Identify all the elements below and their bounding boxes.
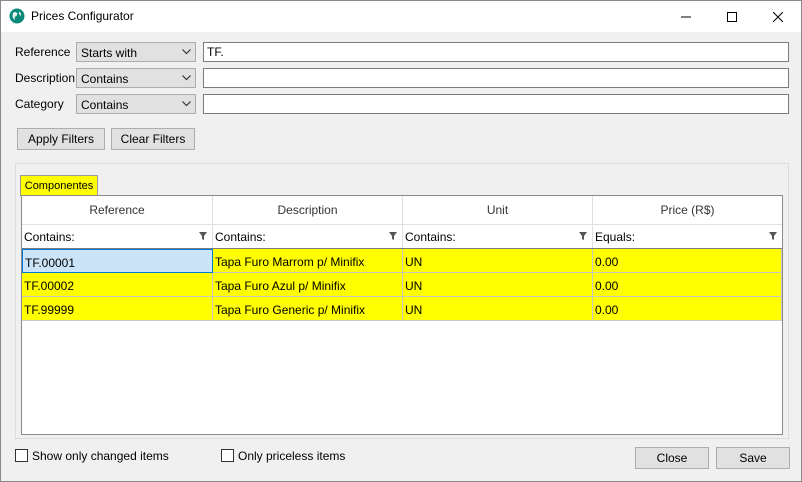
category-mode-select[interactable]: Contains bbox=[76, 94, 196, 114]
unit-cell[interactable]: UN bbox=[403, 249, 593, 273]
show-changed-label[interactable]: Show only changed items bbox=[32, 449, 169, 463]
chevron-down-icon bbox=[182, 75, 191, 81]
filter-icon[interactable] bbox=[769, 232, 777, 240]
reference-column-filter[interactable]: Contains: bbox=[22, 224, 213, 248]
column-header-reference[interactable]: Reference bbox=[22, 196, 213, 224]
apply-filters-button[interactable]: Apply Filters bbox=[17, 128, 105, 150]
reference-filter-field[interactable] bbox=[203, 42, 789, 62]
close-button[interactable]: Close bbox=[635, 447, 709, 469]
filter-operator: Contains: bbox=[405, 230, 456, 244]
minimize-button[interactable] bbox=[663, 1, 709, 32]
price-cell[interactable]: 0.00 bbox=[593, 273, 782, 297]
reference-cell[interactable]: TF.00001 bbox=[22, 249, 213, 273]
table-row[interactable]: TF.99999 Tapa Furo Generic p/ Minifix UN… bbox=[22, 297, 782, 321]
reference-mode-value: Starts with bbox=[81, 46, 138, 60]
filter-operator: Equals: bbox=[595, 230, 636, 244]
filter-operator: Contains: bbox=[24, 230, 75, 244]
tab-componentes[interactable]: Componentes bbox=[20, 175, 98, 196]
priceless-checkbox[interactable] bbox=[221, 449, 234, 462]
minimize-icon bbox=[681, 16, 691, 17]
reference-filter-input[interactable] bbox=[207, 45, 782, 59]
category-filter-field[interactable] bbox=[203, 94, 789, 114]
prices-configurator-window: Prices Configurator Reference Starts wit… bbox=[0, 0, 802, 482]
price-column-filter[interactable]: Equals: bbox=[593, 224, 782, 248]
reference-cell[interactable]: TF.99999 bbox=[22, 297, 213, 321]
description-filter-field[interactable] bbox=[203, 68, 789, 88]
description-cell[interactable]: Tapa Furo Marrom p/ Minifix bbox=[213, 249, 403, 273]
description-cell[interactable]: Tapa Furo Generic p/ Minifix bbox=[213, 297, 403, 321]
maximize-icon bbox=[727, 11, 737, 22]
reference-cell[interactable]: TF.00002 bbox=[22, 273, 213, 297]
filter-operator: Contains: bbox=[215, 230, 266, 244]
clear-filters-button[interactable]: Clear Filters bbox=[111, 128, 195, 150]
grid-filter-row: Contains: Contains: Contains: Equals: bbox=[22, 224, 782, 249]
filter-icon[interactable] bbox=[199, 232, 207, 240]
category-filter-input[interactable] bbox=[207, 97, 782, 111]
reference-filter-label: Reference bbox=[15, 45, 71, 59]
table-row[interactable]: TF.00001 Tapa Furo Marrom p/ Minifix UN … bbox=[22, 249, 782, 273]
filter-icon[interactable] bbox=[579, 232, 587, 240]
reference-mode-select[interactable]: Starts with bbox=[76, 42, 196, 62]
maximize-button[interactable] bbox=[709, 1, 755, 32]
description-mode-select[interactable]: Contains bbox=[76, 68, 196, 88]
category-mode-value: Contains bbox=[81, 98, 129, 112]
description-cell[interactable]: Tapa Furo Azul p/ Minifix bbox=[213, 273, 403, 297]
column-header-unit[interactable]: Unit bbox=[403, 196, 593, 224]
window-title: Prices Configurator bbox=[31, 9, 134, 23]
column-header-price[interactable]: Price (R$) bbox=[593, 196, 782, 224]
description-mode-value: Contains bbox=[81, 72, 129, 86]
table-row[interactable]: TF.00002 Tapa Furo Azul p/ Minifix UN 0.… bbox=[22, 273, 782, 297]
unit-cell[interactable]: UN bbox=[403, 297, 593, 321]
description-column-filter[interactable]: Contains: bbox=[213, 224, 403, 248]
category-filter-label: Category bbox=[15, 97, 64, 111]
close-window-button[interactable] bbox=[755, 1, 801, 32]
column-header-description[interactable]: Description bbox=[213, 196, 403, 224]
description-filter-label: Description bbox=[15, 71, 76, 85]
title-bar: Prices Configurator bbox=[1, 1, 801, 32]
price-cell[interactable]: 0.00 bbox=[593, 297, 782, 321]
chevron-down-icon bbox=[182, 49, 191, 55]
save-button[interactable]: Save bbox=[716, 447, 790, 469]
prices-grid: Reference Description Unit Price (R$) Co… bbox=[21, 195, 783, 435]
unit-cell[interactable]: UN bbox=[403, 273, 593, 297]
description-filter-input[interactable] bbox=[207, 71, 782, 85]
app-globe-icon bbox=[9, 8, 25, 24]
unit-column-filter[interactable]: Contains: bbox=[403, 224, 593, 248]
price-cell[interactable]: 0.00 bbox=[593, 249, 782, 273]
chevron-down-icon bbox=[182, 101, 191, 107]
show-changed-checkbox[interactable] bbox=[15, 449, 28, 462]
grid-header-row: Reference Description Unit Price (R$) bbox=[22, 196, 782, 225]
priceless-label[interactable]: Only priceless items bbox=[238, 449, 345, 463]
filter-icon[interactable] bbox=[389, 232, 397, 240]
close-icon bbox=[773, 11, 783, 22]
